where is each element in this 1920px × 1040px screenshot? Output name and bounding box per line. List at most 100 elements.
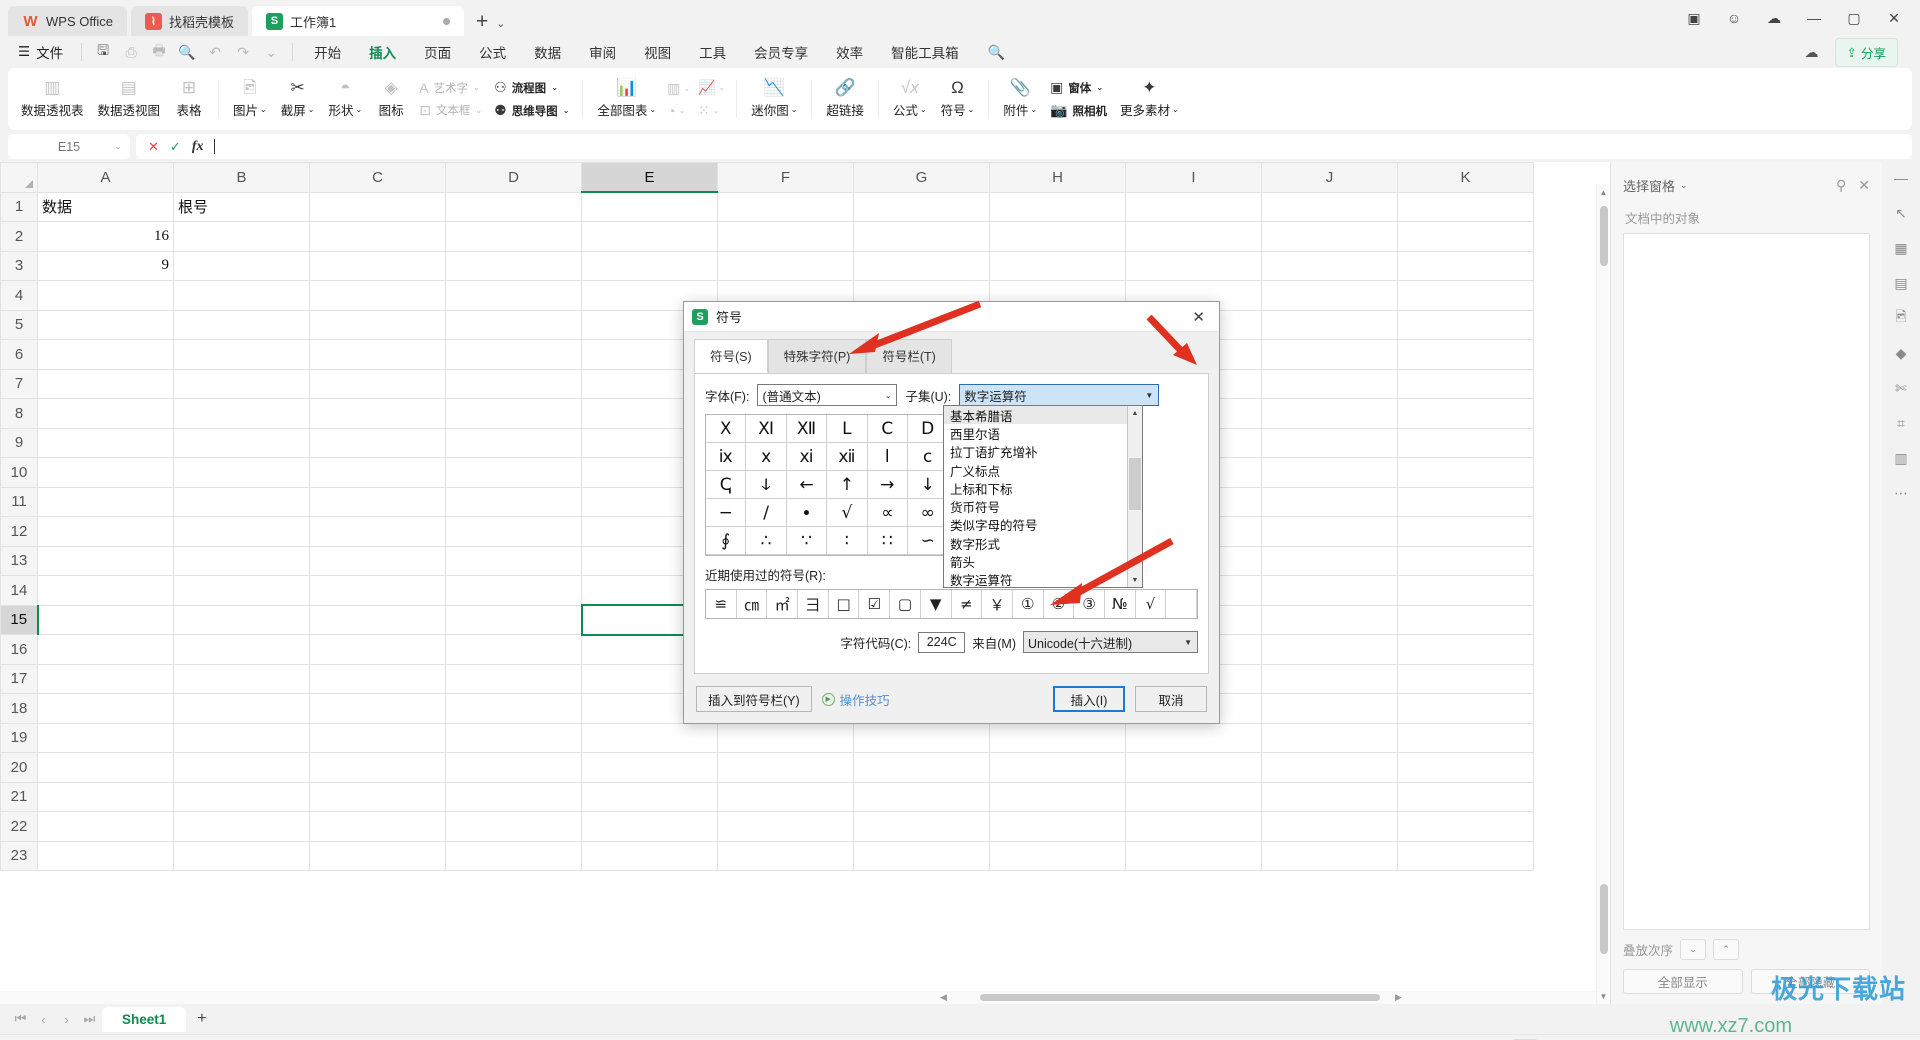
- cell-K22[interactable]: [1397, 811, 1534, 842]
- ribbon-tab-member[interactable]: 会员专享: [741, 38, 821, 66]
- cell-B20[interactable]: [173, 752, 310, 783]
- symbol-cell[interactable]: ↆ: [746, 471, 787, 499]
- cell-J22[interactable]: [1261, 811, 1398, 842]
- cell-J15[interactable]: [1261, 604, 1398, 635]
- recent-symbol-cell[interactable]: ≌: [706, 590, 737, 618]
- cell-A6[interactable]: [37, 339, 174, 370]
- scatter-chart-button[interactable]: ⁙ ⌄: [698, 102, 725, 119]
- row-header-9[interactable]: 9: [0, 427, 38, 458]
- cell-K11[interactable]: [1397, 486, 1534, 517]
- row-header-16[interactable]: 16: [0, 634, 38, 665]
- add-sheet-button[interactable]: +: [188, 1010, 215, 1028]
- row-header-14[interactable]: 14: [0, 575, 38, 606]
- column-header-D[interactable]: D: [445, 162, 582, 193]
- shape-button[interactable]: ◓ 形状 ⌄: [321, 76, 369, 122]
- row-header-3[interactable]: 3: [0, 250, 38, 281]
- cell-K4[interactable]: [1397, 280, 1534, 311]
- cell-B17[interactable]: [173, 663, 310, 694]
- search-icon[interactable]: 🔍: [988, 44, 1005, 61]
- tab-symbols[interactable]: 符号(S): [694, 339, 768, 373]
- pivot-chart-button[interactable]: ▤ 数据透视图: [91, 76, 168, 122]
- name-box[interactable]: E15 ⌄: [8, 134, 130, 159]
- cell-C21[interactable]: [309, 781, 446, 812]
- subset-option[interactable]: 广义标点: [944, 461, 1142, 479]
- cell-D21[interactable]: [445, 781, 582, 812]
- subset-option[interactable]: 上标和下标: [944, 479, 1142, 497]
- from-select[interactable]: Unicode(十六进制) ▼: [1023, 631, 1198, 653]
- cell-D7[interactable]: [445, 368, 582, 399]
- cell-E20[interactable]: [581, 752, 718, 783]
- cell-C12[interactable]: [309, 516, 446, 547]
- column-header-C[interactable]: C: [309, 162, 446, 193]
- recent-symbol-cell[interactable]: №: [1105, 590, 1136, 618]
- table-row[interactable]: 1 数据 根号: [0, 191, 1534, 222]
- cell-K18[interactable]: [1397, 693, 1534, 724]
- attachment-button[interactable]: 📎 附件 ⌄: [996, 76, 1044, 122]
- cell-H1[interactable]: [989, 191, 1126, 222]
- hyperlink-button[interactable]: 🔗 超链接: [819, 76, 871, 122]
- symbol-button[interactable]: Ω 符号 ⌄: [934, 76, 982, 122]
- pin-icon[interactable]: ⚲: [1836, 177, 1846, 194]
- chevron-down-icon[interactable]: ⌄: [114, 141, 122, 152]
- cell-A9[interactable]: [37, 427, 174, 458]
- wordart-button[interactable]: A 艺术字 ⌄: [419, 80, 482, 96]
- shape-tool-icon[interactable]: ◆: [1888, 341, 1914, 365]
- cell-C15[interactable]: [309, 604, 446, 635]
- cell-K2[interactable]: [1397, 221, 1534, 252]
- cell-K20[interactable]: [1397, 752, 1534, 783]
- subset-option[interactable]: 拉丁语扩充增补: [944, 443, 1142, 461]
- cell-A16[interactable]: [37, 634, 174, 665]
- icon-button[interactable]: ◈ 图标: [369, 76, 413, 122]
- cell-J9[interactable]: [1261, 427, 1398, 458]
- cell-F3[interactable]: [717, 250, 854, 281]
- cell-A13[interactable]: [37, 545, 174, 576]
- cell-E19[interactable]: [581, 722, 718, 753]
- cell-C22[interactable]: [309, 811, 446, 842]
- recent-symbol-cell[interactable]: ㎝: [737, 590, 768, 618]
- cell-C20[interactable]: [309, 752, 446, 783]
- cell-D16[interactable]: [445, 634, 582, 665]
- cell-K9[interactable]: [1397, 427, 1534, 458]
- cell-H22[interactable]: [989, 811, 1126, 842]
- cell-B13[interactable]: [173, 545, 310, 576]
- cell-K5[interactable]: [1397, 309, 1534, 340]
- insert-button[interactable]: 插入(I): [1053, 686, 1125, 712]
- cell-C17[interactable]: [309, 663, 446, 694]
- hscrollbar-thumb[interactable]: [980, 994, 1380, 1001]
- row-header-4[interactable]: 4: [0, 280, 38, 311]
- line-chart-button[interactable]: 📈 ⌄: [698, 79, 725, 96]
- cell-C3[interactable]: [309, 250, 446, 281]
- cell-B15[interactable]: [173, 604, 310, 635]
- chevron-down-icon[interactable]: ⌄: [920, 105, 927, 114]
- textbox-button[interactable]: ⊡ 文本框 ⌄: [419, 102, 482, 119]
- mindmap-button[interactable]: ⚉ 思维导图 ⌄: [494, 102, 569, 119]
- cell-A22[interactable]: [37, 811, 174, 842]
- cell-B10[interactable]: [173, 457, 310, 488]
- column-header-F[interactable]: F: [717, 162, 854, 193]
- cell-C11[interactable]: [309, 486, 446, 517]
- camera-button[interactable]: 📷 照相机: [1050, 102, 1107, 119]
- row-header-11[interactable]: 11: [0, 486, 38, 517]
- close-icon[interactable]: ✕: [1858, 177, 1870, 194]
- chevron-down-icon[interactable]: ▼: [1184, 638, 1192, 647]
- chevron-down-icon[interactable]: ▼: [1145, 391, 1153, 400]
- window-tab-workbook[interactable]: S 工作簿1: [251, 6, 464, 36]
- fx-icon[interactable]: fx: [192, 139, 204, 155]
- print-icon[interactable]: 🖶: [146, 40, 172, 64]
- ribbon-tab-smart-toolbox[interactable]: 智能工具箱: [878, 38, 972, 66]
- cell-C13[interactable]: [309, 545, 446, 576]
- cell-K12[interactable]: [1397, 516, 1534, 547]
- vertical-scrollbar[interactable]: ▲ ▼: [1596, 184, 1610, 1004]
- row-header-12[interactable]: 12: [0, 516, 38, 547]
- ribbon-tab-tools[interactable]: 工具: [686, 38, 739, 66]
- cell-J17[interactable]: [1261, 663, 1398, 694]
- cloud-sync-icon[interactable]: ☁: [1756, 3, 1792, 33]
- cell-B11[interactable]: [173, 486, 310, 517]
- scroll-up-icon[interactable]: ▲: [1128, 406, 1142, 420]
- column-header-K[interactable]: K: [1397, 162, 1534, 193]
- cell-J8[interactable]: [1261, 398, 1398, 429]
- minimize-panel-icon[interactable]: —: [1888, 166, 1914, 190]
- cell-C23[interactable]: [309, 840, 446, 871]
- cell-B14[interactable]: [173, 575, 310, 606]
- cell-C8[interactable]: [309, 398, 446, 429]
